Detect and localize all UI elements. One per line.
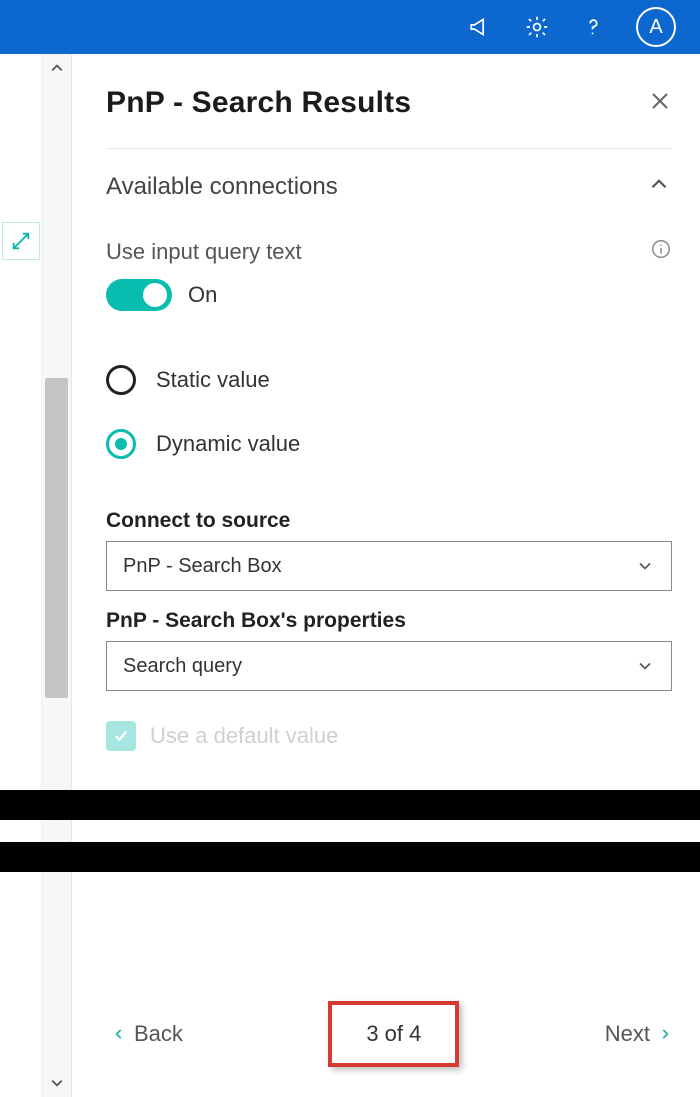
source-properties-block: PnP - Search Box's properties Search que…	[106, 609, 672, 691]
query-mode-radio-group: Static value Dynamic value	[106, 365, 672, 459]
use-input-toggle[interactable]	[106, 279, 172, 311]
radio-dynamic-value[interactable]: Dynamic value	[106, 429, 672, 459]
scroll-down-icon[interactable]	[47, 1073, 67, 1093]
avatar[interactable]: A	[636, 7, 676, 47]
dropdown-value: Search query	[123, 655, 242, 678]
radio-static-value[interactable]: Static value	[106, 365, 672, 395]
pager: Back 3 of 4 Next	[112, 1001, 672, 1067]
scrollbar[interactable]	[42, 54, 72, 1097]
connect-to-source-dropdown[interactable]: PnP - Search Box	[106, 541, 672, 591]
scroll-up-icon[interactable]	[47, 58, 67, 78]
app-bar: A	[0, 0, 700, 54]
next-button[interactable]: Next	[605, 1021, 672, 1047]
panel-title: PnP - Search Results	[106, 86, 411, 120]
avatar-letter: A	[649, 16, 662, 39]
radio-label: Static value	[156, 367, 270, 393]
scroll-thumb[interactable]	[45, 378, 68, 698]
redaction-bar	[0, 790, 700, 820]
use-input-toggle-row: On	[106, 279, 672, 311]
info-icon[interactable]	[650, 238, 672, 265]
next-label: Next	[605, 1021, 650, 1047]
radio-inner	[115, 438, 127, 450]
radio-outer	[106, 365, 136, 395]
radio-label: Dynamic value	[156, 431, 300, 457]
back-button[interactable]: Back	[112, 1021, 183, 1047]
page-indicator: 3 of 4	[328, 1001, 459, 1067]
scroll-track[interactable]	[42, 78, 71, 1073]
toggle-knob	[143, 283, 167, 307]
back-label: Back	[134, 1021, 183, 1047]
toggle-state-label: On	[188, 282, 217, 308]
panel-content: Available connections Use input query te…	[106, 149, 672, 1097]
page-text: 3 of 4	[366, 1021, 421, 1046]
gear-icon[interactable]	[524, 14, 550, 40]
expand-icon[interactable]	[2, 222, 40, 260]
connect-label: Connect to source	[106, 509, 672, 533]
props-label: PnP - Search Box's properties	[106, 609, 672, 633]
property-panel: PnP - Search Results Available connectio…	[72, 54, 700, 1097]
dropdown-value: PnP - Search Box	[123, 555, 282, 578]
close-icon[interactable]	[648, 89, 672, 118]
chevron-down-icon	[635, 556, 655, 576]
use-input-row: Use input query text	[106, 238, 672, 265]
connect-to-source-block: Connect to source PnP - Search Box	[106, 509, 672, 591]
checkbox-label: Use a default value	[150, 723, 338, 749]
body-row: PnP - Search Results Available connectio…	[0, 54, 700, 1097]
use-default-value-row[interactable]: Use a default value	[106, 721, 672, 751]
chevron-down-icon	[635, 656, 655, 676]
panel-header: PnP - Search Results	[106, 86, 672, 149]
source-properties-dropdown[interactable]: Search query	[106, 641, 672, 691]
chevron-up-icon	[646, 171, 672, 202]
help-icon[interactable]	[580, 14, 606, 40]
use-input-label: Use input query text	[106, 239, 302, 265]
radio-outer	[106, 429, 136, 459]
left-strip	[0, 54, 42, 1097]
redaction-bar	[0, 842, 700, 872]
megaphone-icon[interactable]	[468, 14, 494, 40]
section-title: Available connections	[106, 173, 338, 201]
section-available-connections[interactable]: Available connections	[106, 171, 672, 202]
checkbox-checked-icon	[106, 721, 136, 751]
